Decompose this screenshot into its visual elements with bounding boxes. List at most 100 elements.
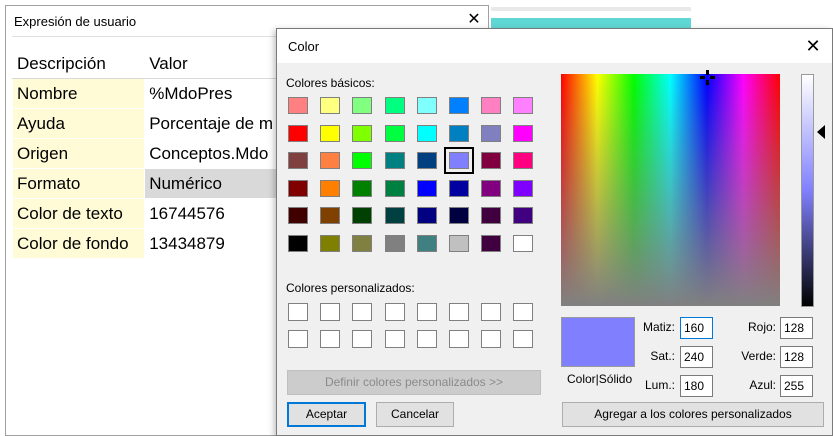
- row-key[interactable]: Nombre: [11, 78, 146, 109]
- custom-color-slot[interactable]: [352, 303, 372, 321]
- custom-color-slot[interactable]: [320, 303, 340, 321]
- basic-color-swatch[interactable]: [449, 235, 469, 252]
- row-value[interactable]: Conceptos.Mdo: [144, 138, 278, 169]
- basic-color-swatch[interactable]: [352, 125, 372, 142]
- row-key[interactable]: Origen: [11, 138, 146, 169]
- basic-color-swatch[interactable]: [385, 97, 405, 114]
- custom-color-slot[interactable]: [352, 330, 372, 348]
- dialog-titlebar: Color ✕: [277, 29, 832, 63]
- basic-color-swatch[interactable]: [352, 97, 372, 114]
- cancel-button[interactable]: Cancelar: [376, 402, 454, 427]
- custom-color-slot[interactable]: [449, 303, 469, 321]
- basic-color-swatch[interactable]: [449, 207, 469, 224]
- table-row[interactable]: Color de texto 16744576: [11, 198, 278, 229]
- basic-color-swatch[interactable]: [288, 125, 308, 142]
- custom-color-slot[interactable]: [513, 330, 533, 348]
- basic-color-swatch[interactable]: [444, 147, 474, 174]
- basic-color-swatch[interactable]: [385, 125, 405, 142]
- header-description[interactable]: Descripción: [11, 48, 146, 79]
- basic-color-swatch[interactable]: [385, 235, 405, 252]
- verde-input[interactable]: 128: [780, 346, 813, 368]
- basic-color-swatch[interactable]: [352, 235, 372, 252]
- basic-color-swatch[interactable]: [320, 125, 340, 142]
- basic-color-swatch[interactable]: [352, 152, 372, 169]
- basic-color-swatch[interactable]: [352, 180, 372, 197]
- custom-color-slot[interactable]: [385, 330, 405, 348]
- row-value[interactable]: 13434879: [144, 228, 278, 259]
- basic-color-swatch[interactable]: [481, 180, 501, 197]
- custom-color-slot[interactable]: [481, 330, 501, 348]
- row-key[interactable]: Formato: [11, 168, 146, 199]
- row-key[interactable]: Color de texto: [11, 198, 146, 229]
- color-spectrum[interactable]: [561, 74, 780, 306]
- define-custom-colors-button[interactable]: Definir colores personalizados >>: [287, 370, 541, 395]
- basic-color-swatch[interactable]: [481, 125, 501, 142]
- add-to-custom-colors-button[interactable]: Agregar a los colores personalizados: [562, 402, 824, 427]
- row-key[interactable]: Ayuda: [11, 108, 146, 139]
- basic-color-swatch[interactable]: [320, 152, 340, 169]
- table-row-selected[interactable]: Formato Numérico: [11, 168, 278, 199]
- basic-color-swatch[interactable]: [513, 207, 533, 224]
- row-value[interactable]: Porcentaje de m: [144, 108, 278, 139]
- header-value[interactable]: Valor: [144, 48, 278, 79]
- basic-color-swatch[interactable]: [481, 97, 501, 114]
- row-value[interactable]: %MdoPres: [144, 78, 278, 109]
- table-row[interactable]: Ayuda Porcentaje de m: [11, 108, 278, 139]
- azul-input[interactable]: 255: [780, 375, 813, 397]
- table-row[interactable]: Nombre %MdoPres: [11, 78, 278, 109]
- row-value[interactable]: Numérico: [144, 168, 278, 199]
- custom-color-slot[interactable]: [320, 330, 340, 348]
- custom-color-slot[interactable]: [481, 303, 501, 321]
- basic-color-swatch[interactable]: [417, 207, 437, 224]
- matiz-input[interactable]: 160: [680, 317, 713, 339]
- basic-color-swatch[interactable]: [417, 152, 437, 169]
- basic-color-swatch[interactable]: [417, 235, 437, 252]
- basic-color-swatch[interactable]: [481, 207, 501, 224]
- basic-color-swatch[interactable]: [385, 152, 405, 169]
- basic-color-swatch[interactable]: [320, 207, 340, 224]
- basic-color-swatch[interactable]: [449, 97, 469, 114]
- basic-color-swatch[interactable]: [320, 180, 340, 197]
- basic-color-swatch[interactable]: [320, 97, 340, 114]
- lum-input[interactable]: 180: [680, 375, 713, 397]
- basic-color-swatch[interactable]: [417, 180, 437, 197]
- custom-color-slot[interactable]: [288, 330, 308, 348]
- basic-color-swatch[interactable]: [417, 125, 437, 142]
- basic-color-swatch[interactable]: [385, 180, 405, 197]
- basic-color-swatch[interactable]: [449, 125, 469, 142]
- custom-color-slot[interactable]: [417, 330, 437, 348]
- basic-color-swatch[interactable]: [288, 180, 308, 197]
- basic-color-swatch[interactable]: [288, 152, 308, 169]
- custom-color-slot[interactable]: [449, 330, 469, 348]
- table-row[interactable]: Color de fondo 13434879: [11, 228, 278, 259]
- basic-color-swatch[interactable]: [481, 152, 501, 169]
- close-icon[interactable]: ✕: [800, 33, 826, 59]
- basic-color-swatch[interactable]: [352, 207, 372, 224]
- accept-button[interactable]: Aceptar: [287, 402, 366, 427]
- basic-color-swatch[interactable]: [513, 97, 533, 114]
- sat-input[interactable]: 240: [680, 346, 713, 368]
- basic-color-swatch[interactable]: [481, 235, 501, 252]
- row-key[interactable]: Color de fondo: [11, 228, 146, 259]
- luminance-slider[interactable]: [801, 74, 814, 307]
- basic-color-swatch[interactable]: [513, 180, 533, 197]
- custom-color-slot[interactable]: [288, 303, 308, 321]
- basic-color-swatch[interactable]: [385, 207, 405, 224]
- basic-color-swatch[interactable]: [288, 207, 308, 224]
- basic-color-swatch[interactable]: [513, 125, 533, 142]
- custom-color-slot[interactable]: [385, 303, 405, 321]
- basic-color-swatch[interactable]: [513, 152, 533, 169]
- rojo-label: Rojo:: [747, 320, 776, 334]
- basic-color-swatch[interactable]: [288, 97, 308, 114]
- basic-color-swatch[interactable]: [513, 235, 533, 252]
- luminance-arrow-icon[interactable]: [817, 125, 825, 139]
- basic-color-swatch[interactable]: [288, 235, 308, 252]
- custom-color-slot[interactable]: [417, 303, 437, 321]
- basic-color-swatch[interactable]: [320, 235, 340, 252]
- custom-color-slot[interactable]: [513, 303, 533, 321]
- basic-color-swatch[interactable]: [449, 180, 469, 197]
- row-value[interactable]: 16744576: [144, 198, 278, 229]
- rojo-input[interactable]: 128: [780, 317, 813, 339]
- table-row[interactable]: Origen Conceptos.Mdo: [11, 138, 278, 169]
- basic-color-swatch[interactable]: [417, 97, 437, 114]
